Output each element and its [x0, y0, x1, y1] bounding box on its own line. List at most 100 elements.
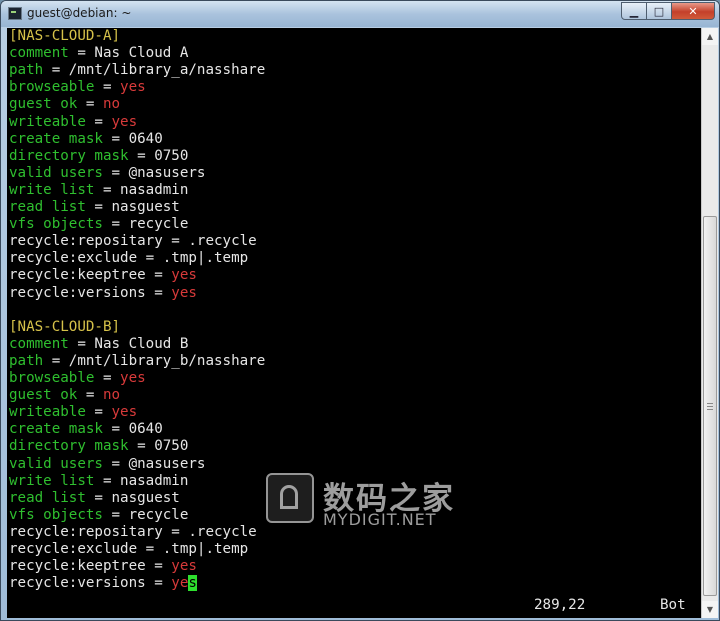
terminal-line: recycle:versions = yes	[9, 575, 197, 592]
terminal-line: browseable = yes	[9, 370, 146, 387]
grip-icon	[707, 403, 713, 410]
line-segment: = Nas Cloud A	[68, 45, 189, 62]
line-segment: valid users	[9, 455, 103, 472]
terminal-line: guest ok = no	[9, 387, 120, 404]
line-segment: browseable	[9, 370, 95, 386]
line-segment: create mask	[9, 130, 103, 147]
line-segment: = nasguest	[85, 199, 180, 215]
terminal-line: directory mask = 0750	[9, 148, 188, 165]
line-segment: yes	[120, 79, 146, 96]
line-segment: yes	[120, 370, 146, 386]
scroll-position: Bot	[660, 597, 686, 613]
line-segment: [NAS-CLOUD-B]	[9, 318, 121, 335]
terminal-line: comment = Nas Cloud A	[9, 45, 188, 62]
terminal-line: directory mask = 0750	[9, 438, 188, 455]
line-segment: recycle:repositary = .recycle	[9, 233, 257, 250]
scroll-up-arrow-icon[interactable]: ▲	[702, 28, 718, 45]
terminal-line: path = /mnt/library_b/nasshare	[9, 353, 265, 370]
terminal-line: writeable = yes	[9, 404, 137, 421]
line-segment: =	[85, 113, 112, 130]
close-icon: ✕	[688, 4, 698, 18]
line-segment: =	[94, 370, 121, 386]
terminal-line: vfs objects = recycle	[9, 216, 188, 233]
terminal-line: recycle:keeptree = yes	[9, 558, 197, 575]
terminal-line: vfs objects = recycle	[9, 507, 188, 524]
line-segment: recycle:exclude = .tmp|.temp	[9, 250, 249, 267]
terminal-app-icon	[8, 7, 22, 20]
line-segment: yes	[111, 404, 138, 421]
terminal-line: create mask = 0640	[9, 421, 163, 438]
line-segment: guest ok	[9, 96, 78, 113]
vertical-scrollbar[interactable]: ▲ ▼	[701, 28, 718, 618]
line-segment: = /mnt/library_a/nasshare	[43, 62, 266, 79]
text-cursor: s	[188, 575, 197, 592]
line-segment: path	[9, 352, 44, 369]
line-segment: = nasadmin	[94, 472, 189, 489]
terminal-line: write list = nasadmin	[9, 182, 188, 199]
line-segment: directory mask	[9, 438, 129, 455]
terminal-line: guest ok = no	[9, 96, 120, 113]
line-segment: ye	[171, 575, 189, 592]
minimize-icon: ▁	[629, 4, 639, 18]
terminal-line: recycle:repositary = .recycle	[9, 524, 257, 541]
line-segment: = Nas Cloud B	[68, 335, 189, 352]
line-segment: writeable	[9, 404, 86, 421]
line-segment: = /mnt/library_b/nasshare	[43, 352, 266, 369]
terminal-line: recycle:versions = yes	[9, 285, 197, 302]
line-segment: [NAS-CLOUD-A]	[9, 28, 121, 44]
line-segment: recycle:repositary = .recycle	[9, 523, 257, 540]
line-segment: write list	[9, 181, 95, 198]
line-segment: no	[102, 387, 121, 404]
line-segment: no	[102, 96, 121, 113]
terminal-line: recycle:exclude = .tmp|.temp	[9, 250, 248, 267]
line-segment: path	[9, 62, 44, 79]
terminal-line: [NAS-CLOUD-A]	[9, 28, 120, 45]
terminal-line: recycle:keeptree = yes	[9, 267, 197, 284]
close-button[interactable]: ✕	[671, 2, 715, 20]
line-segment: yes	[171, 267, 197, 284]
maximize-icon: □	[653, 4, 665, 18]
line-segment: write list	[9, 472, 95, 489]
maximize-button[interactable]: □	[646, 2, 672, 20]
line-segment: yes	[171, 558, 197, 575]
window-title: guest@debian: ~	[27, 6, 132, 20]
terminal-line: read list = nasguest	[9, 490, 180, 507]
cursor-position: 289,22	[534, 597, 586, 613]
line-segment: vfs objects	[9, 506, 103, 523]
terminal-line: recycle:repositary = .recycle	[9, 233, 257, 250]
scroll-down-arrow-icon[interactable]: ▼	[702, 601, 718, 618]
line-segment: = nasguest	[85, 489, 180, 506]
line-segment: directory mask	[9, 147, 129, 164]
terminal-content[interactable]: 289,22 Bot [NAS-CLOUD-A] comment = Nas Cl…	[7, 28, 701, 618]
line-segment: read list	[9, 489, 86, 506]
terminal-line: [NAS-CLOUD-B]	[9, 319, 120, 336]
terminal-line: comment = Nas Cloud B	[9, 336, 188, 353]
line-segment: = recycle	[102, 216, 189, 233]
title-bar[interactable]: guest@debian: ~ ▁ □ ✕	[1, 1, 719, 27]
line-segment: recycle:keeptree =	[9, 267, 172, 284]
minimize-button[interactable]: ▁	[621, 2, 647, 20]
line-segment: comment	[9, 335, 69, 352]
line-segment: = nasadmin	[94, 181, 189, 198]
line-segment: = recycle	[102, 506, 189, 523]
line-segment: = @nasusers	[102, 164, 206, 181]
terminal-window: guest@debian: ~ ▁ □ ✕ 289,22 Bot [NAS-CL…	[0, 0, 720, 621]
line-segment: yes	[111, 113, 138, 130]
line-segment: =	[77, 96, 103, 113]
terminal-line: writeable = yes	[9, 114, 137, 131]
terminal-line: write list = nasadmin	[9, 473, 188, 490]
line-segment: create mask	[9, 421, 103, 438]
line-segment: valid users	[9, 164, 103, 181]
terminal-line: recycle:exclude = .tmp|.temp	[9, 541, 248, 558]
terminal-line: read list = nasguest	[9, 199, 180, 216]
terminal-line: valid users = @nasusers	[9, 165, 205, 182]
line-segment: writeable	[9, 113, 86, 130]
line-segment: read list	[9, 199, 86, 215]
line-segment: = 0640	[102, 130, 163, 147]
line-segment: = 0640	[102, 421, 163, 438]
line-segment: recycle:exclude = .tmp|.temp	[9, 541, 249, 557]
line-segment: recycle:versions =	[9, 284, 172, 301]
terminal-line: valid users = @nasusers	[9, 456, 205, 473]
scrollbar-thumb[interactable]	[703, 216, 717, 596]
line-segment: = 0750	[128, 438, 189, 455]
